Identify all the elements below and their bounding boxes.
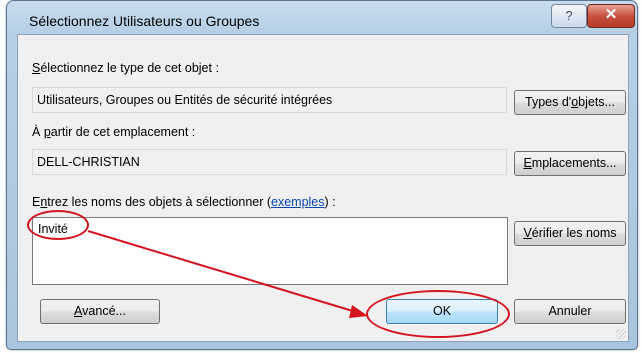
annotation-arrow — [87, 230, 368, 318]
